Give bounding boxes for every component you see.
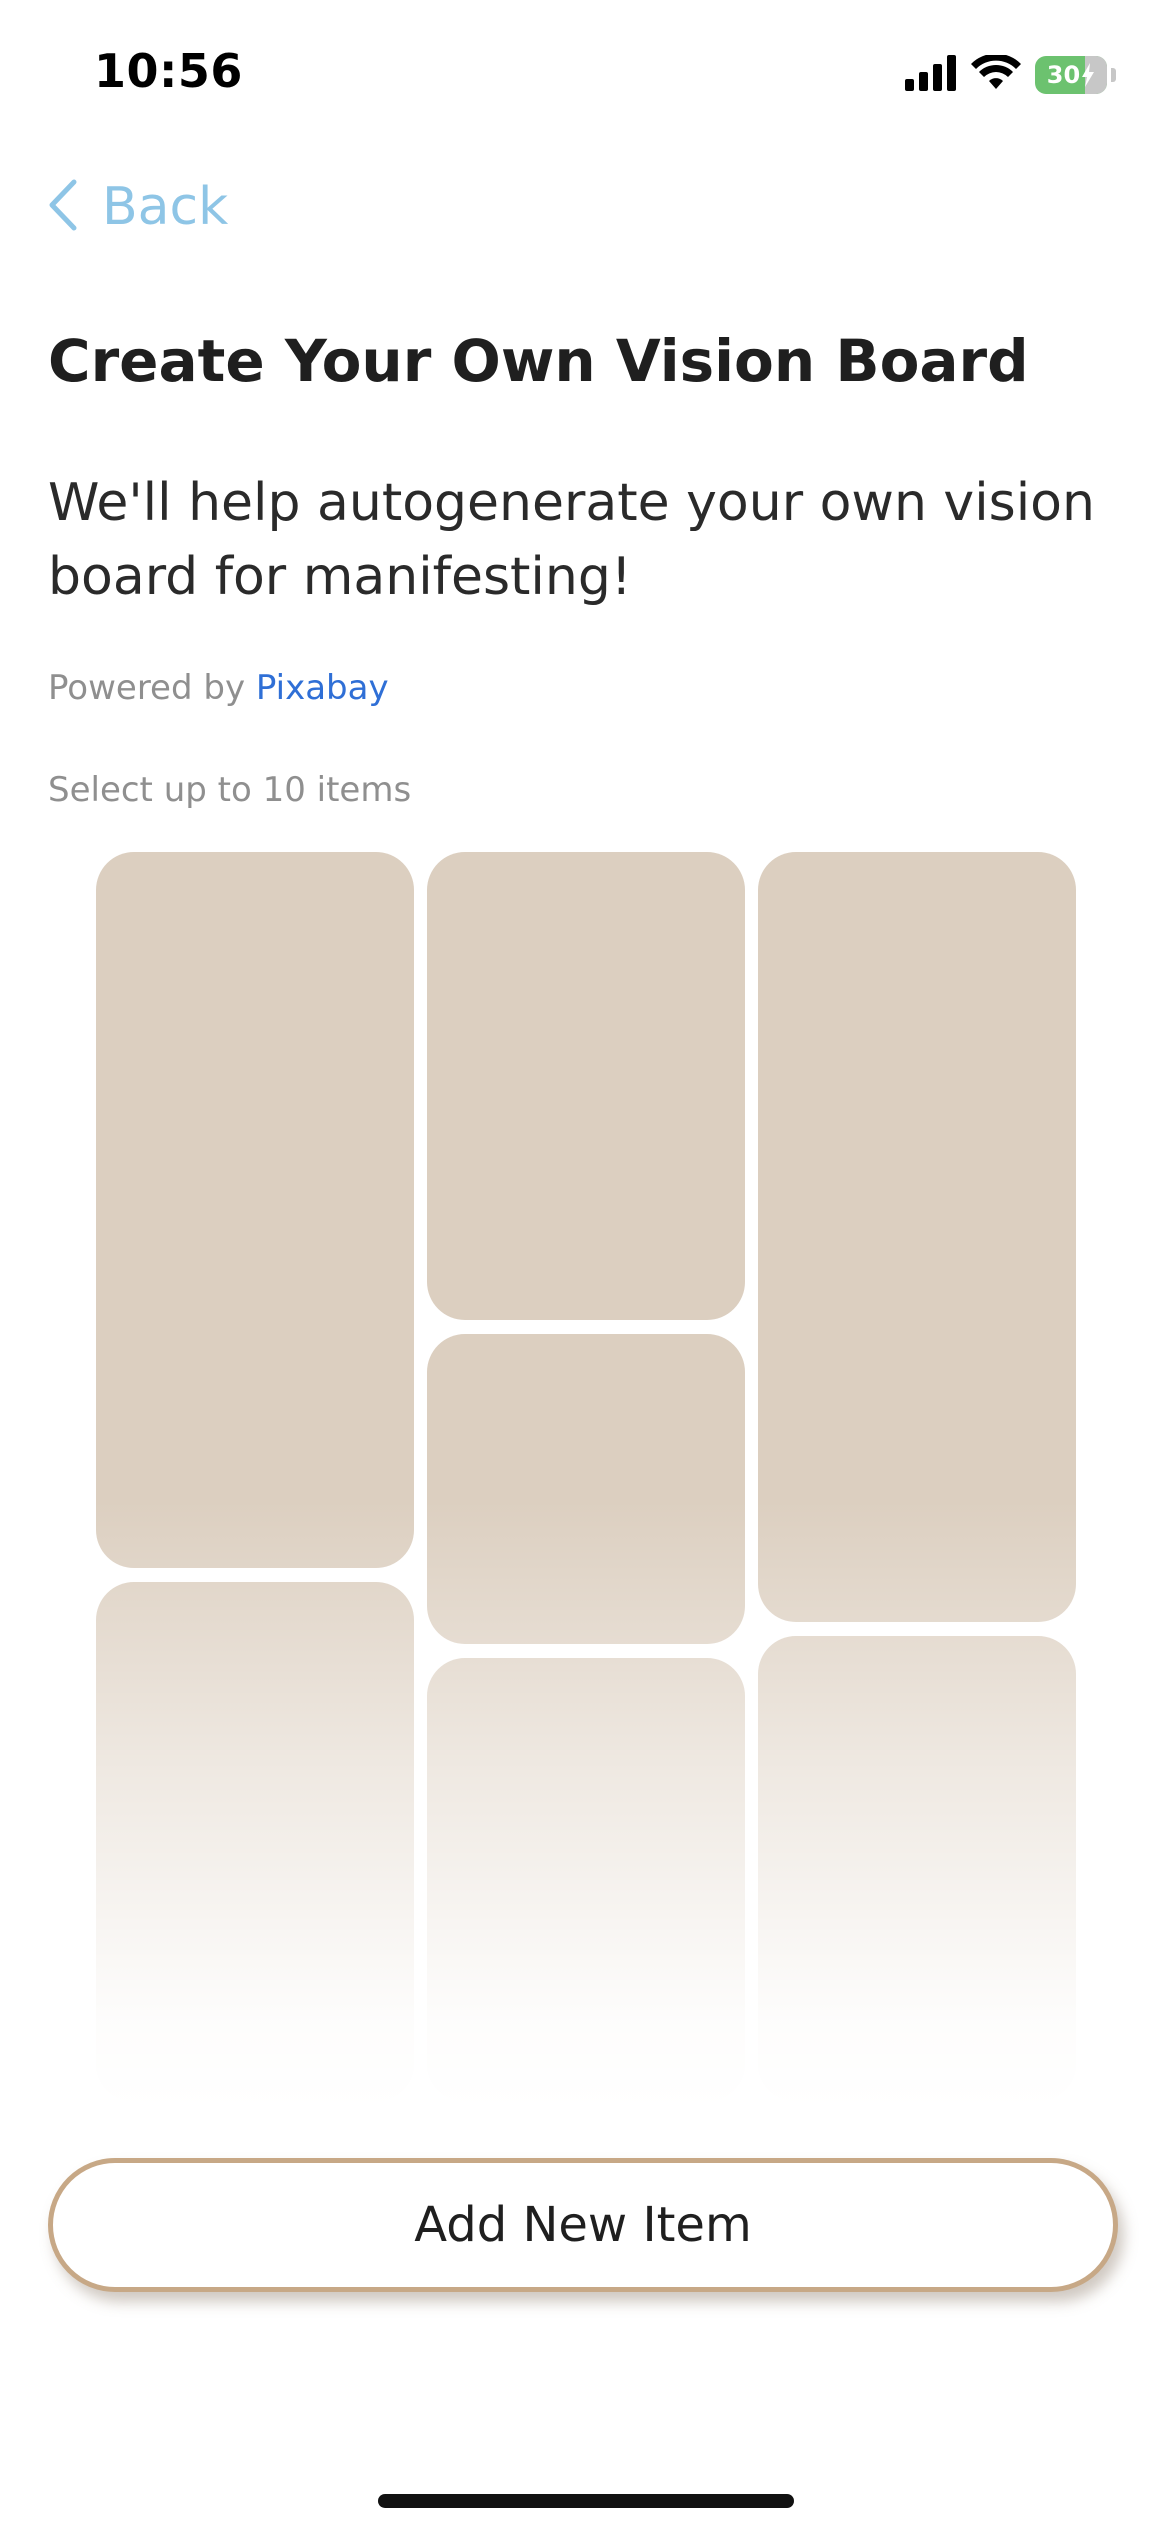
add-new-item-label: Add New Item — [414, 2197, 752, 2253]
home-indicator — [378, 2494, 794, 2508]
image-tile[interactable] — [427, 1334, 745, 1644]
status-time: 10:56 — [94, 44, 243, 98]
pixabay-link[interactable]: Pixabay — [256, 668, 389, 708]
back-button[interactable]: Back — [48, 172, 228, 242]
image-tile[interactable] — [758, 1636, 1076, 2102]
back-label: Back — [102, 177, 229, 237]
image-tile[interactable] — [96, 852, 414, 1568]
battery-level: 30 — [1046, 61, 1081, 89]
selection-hint: Select up to 10 items — [48, 770, 412, 810]
battery-charging-icon: 30 — [1035, 56, 1107, 94]
image-tile[interactable] — [96, 1582, 414, 2102]
wifi-icon — [971, 53, 1021, 95]
chevron-left-icon — [48, 179, 78, 235]
status-icons: 30 — [905, 52, 1116, 98]
signal-bars-icon — [905, 55, 957, 95]
attribution: Powered by Pixabay — [48, 668, 389, 708]
battery-cap — [1111, 68, 1116, 82]
image-tile[interactable] — [427, 1658, 745, 2102]
page-title: Create Your Own Vision Board — [48, 327, 1029, 395]
page-subtitle: We'll help autogenerate your own vision … — [48, 473, 1095, 607]
add-new-item-button[interactable]: Add New Item — [48, 2158, 1118, 2292]
image-tile[interactable] — [758, 852, 1076, 1622]
status-bar: 10:56 30 — [0, 0, 1170, 150]
image-tile[interactable] — [427, 852, 745, 1320]
image-grid — [96, 852, 1076, 2102]
attribution-prefix: Powered by — [48, 668, 246, 708]
